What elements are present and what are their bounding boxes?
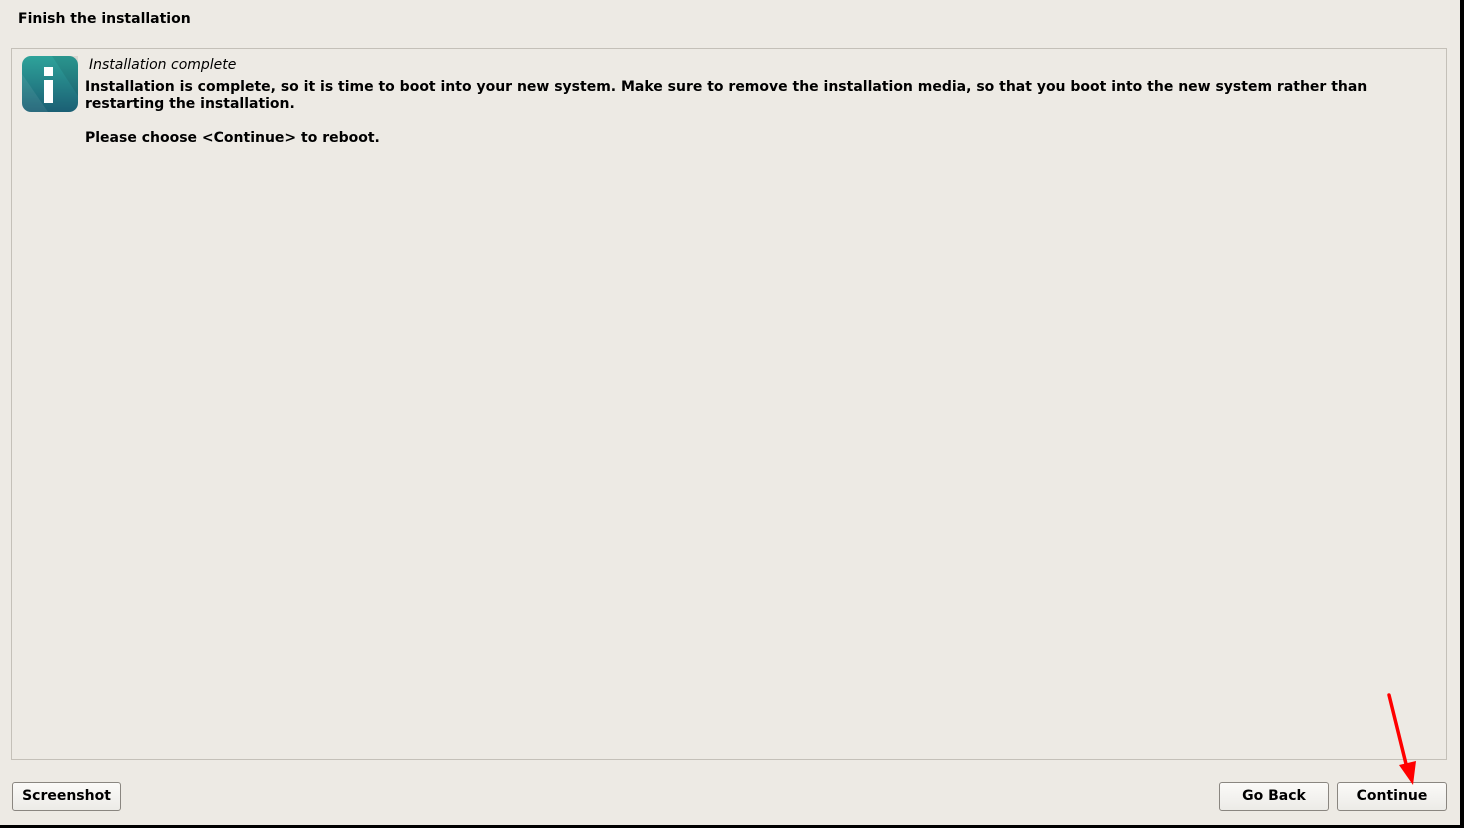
go-back-button[interactable]: Go Back xyxy=(1219,782,1329,811)
page-title: Finish the installation xyxy=(18,11,191,27)
info-icon xyxy=(22,56,78,112)
message-heading: Installation complete xyxy=(89,57,237,73)
continue-button[interactable]: Continue xyxy=(1337,782,1447,811)
screenshot-button[interactable]: Screenshot xyxy=(12,782,121,811)
content-panel: Installation complete Installation is co… xyxy=(11,48,1447,760)
message-instruction: Please choose <Continue> to reboot. xyxy=(85,130,380,146)
message-body: Installation is complete, so it is time … xyxy=(85,79,1440,147)
message-text: Installation is complete, so it is time … xyxy=(85,79,1368,112)
